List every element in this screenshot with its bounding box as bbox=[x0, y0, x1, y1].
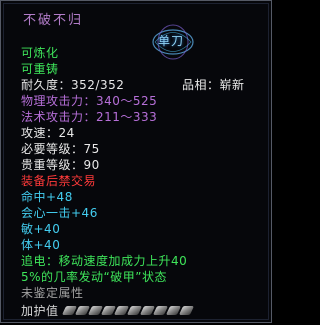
armor-value-label: 加护值 bbox=[21, 304, 59, 318]
bonus-agility: 敏+40 bbox=[21, 222, 61, 236]
unidentified-attribute: 未鉴定属性 bbox=[21, 286, 84, 300]
prestige-level: 贵重等级：90 bbox=[21, 158, 100, 172]
bonus-hit: 命中+48 bbox=[21, 190, 73, 204]
refinable-status: 可炼化 bbox=[21, 46, 59, 60]
physical-attack: 物理攻击力：340～525 bbox=[21, 94, 158, 108]
break-armor-effect: 5%的几率发动“破甲”状态 bbox=[21, 270, 167, 284]
chase-effect: 追电：移动速度加成力上升40 bbox=[21, 254, 188, 268]
bonus-physique: 体+40 bbox=[21, 238, 61, 252]
durability: 耐久度：352/352 bbox=[21, 78, 125, 92]
bonus-critical: 会心一击+46 bbox=[21, 206, 98, 220]
magic-attack: 法术攻击力：211～333 bbox=[21, 110, 158, 124]
item-tooltip: 不破不归 单刀 可炼化 可重铸 耐久度：352/352 品相：崭新 物理攻击力：… bbox=[0, 0, 272, 323]
weapon-type-emblem-icon: 单刀 bbox=[150, 21, 196, 63]
armor-segment bbox=[178, 306, 195, 315]
item-name: 不破不归 bbox=[23, 13, 84, 28]
armor-value-bar bbox=[61, 305, 199, 316]
recastable-status: 可重铸 bbox=[21, 62, 59, 76]
trade-restriction: 装备后禁交易 bbox=[21, 174, 97, 188]
weapon-type-label: 单刀 bbox=[158, 34, 185, 48]
required-level: 必要等级：75 bbox=[21, 142, 100, 156]
quality: 品相：崭新 bbox=[182, 78, 245, 92]
attack-speed: 攻速：24 bbox=[21, 126, 75, 140]
